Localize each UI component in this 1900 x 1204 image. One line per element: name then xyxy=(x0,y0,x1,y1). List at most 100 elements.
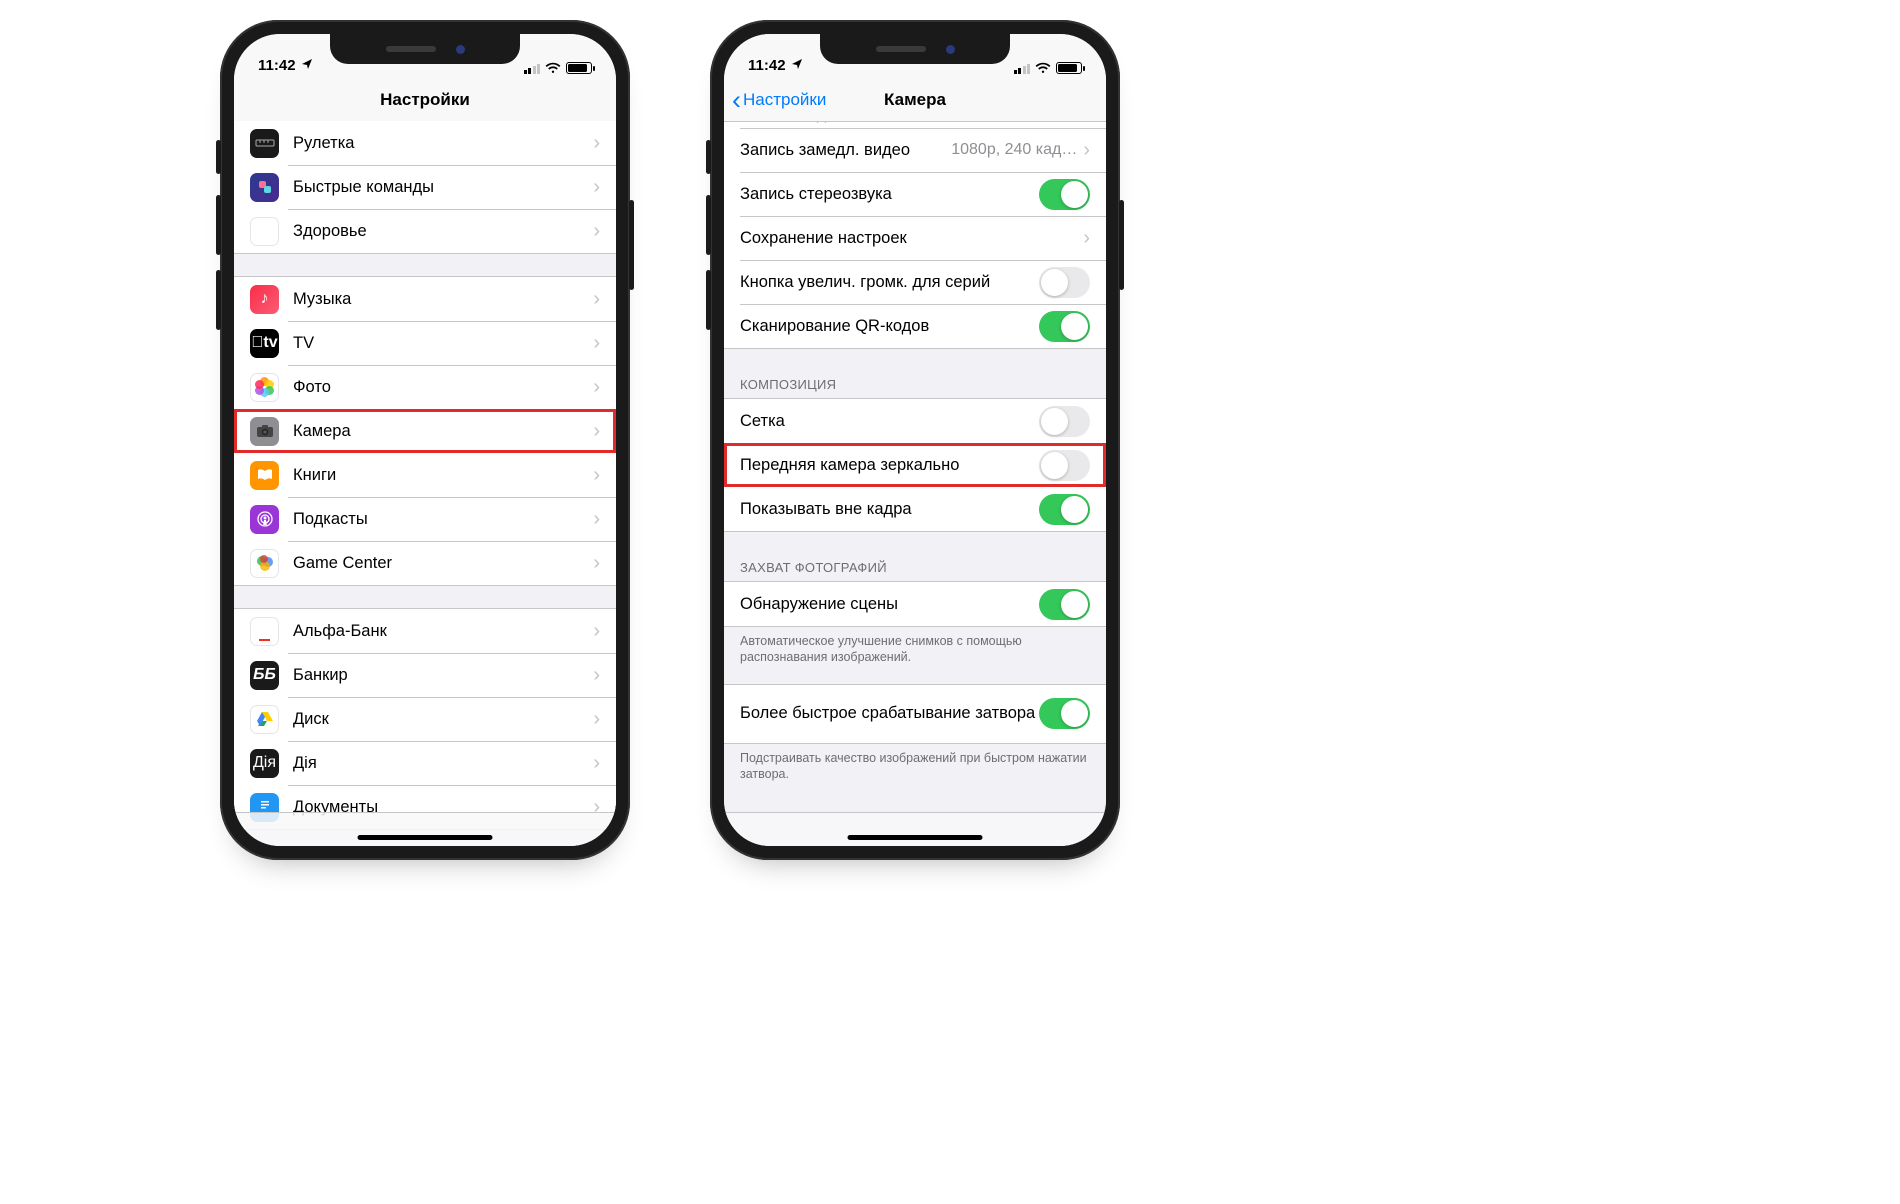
row-label: Рулетка xyxy=(293,134,593,153)
home-indicator[interactable] xyxy=(848,835,983,840)
section-footer-scene: Автоматическое улучшение снимков с помощ… xyxy=(724,627,1106,670)
row-label: Сохранение настроек xyxy=(740,229,1083,248)
nav-bar: ‹ Настройки Камера xyxy=(724,78,1106,122)
settings-row-health[interactable]: ♥ Здоровье › xyxy=(234,209,616,253)
row-label: Сетка xyxy=(740,412,1039,431)
phone-frame-right: 11:42 ‹ Настройки Ка xyxy=(710,20,1120,860)
settings-row-podcasts[interactable]: Подкасты › xyxy=(234,497,616,541)
row-label: Банкир xyxy=(293,666,593,685)
chevron-right-icon: › xyxy=(593,752,600,775)
toggle-faster-shutter[interactable] xyxy=(1039,698,1090,729)
diia-icon: Дія xyxy=(250,749,279,778)
settings-row-scene-detect[interactable]: Обнаружение сцены xyxy=(724,582,1106,626)
location-icon xyxy=(301,58,313,73)
settings-row-preserve[interactable]: Сохранение настроек › xyxy=(724,216,1106,260)
books-icon xyxy=(250,461,279,490)
camera-icon xyxy=(250,417,279,446)
tv-icon: tv xyxy=(250,329,279,358)
status-time: 11:42 xyxy=(748,57,786,74)
phone-frame-left: 11:42 Настройки xyxy=(220,20,630,860)
settings-row-ruler[interactable]: Рулетка › xyxy=(234,121,616,165)
drive-icon xyxy=(250,705,279,734)
settings-row-diia[interactable]: Дія Дія › xyxy=(234,741,616,785)
toggle-qr[interactable] xyxy=(1039,311,1090,342)
row-label: Передняя камера зеркально xyxy=(740,456,1039,475)
battery-icon xyxy=(566,62,592,74)
chevron-right-icon: › xyxy=(593,620,600,643)
row-label: Здоровье xyxy=(293,222,593,241)
settings-row-outside-frame[interactable]: Показывать вне кадра xyxy=(724,487,1106,531)
settings-row-gamecenter[interactable]: Game Center › xyxy=(234,541,616,585)
battery-icon xyxy=(1056,62,1082,74)
settings-row-bankir[interactable]: ББ Банкир › xyxy=(234,653,616,697)
section-header-capture: ЗАХВАТ ФОТОГРАФИЙ xyxy=(724,554,1106,581)
bottom-safe-area xyxy=(234,812,616,846)
gamecenter-icon xyxy=(250,549,279,578)
settings-row-photos[interactable]: Фото › xyxy=(234,365,616,409)
row-label: Более быстрое срабатывание затвора xyxy=(740,703,1039,724)
notch xyxy=(330,34,520,64)
photos-icon xyxy=(250,373,279,402)
toggle-scene-detect[interactable] xyxy=(1039,589,1090,620)
cell-signal-icon xyxy=(1014,63,1031,74)
row-detail: 1080p, 240 кад… xyxy=(951,141,1077,159)
health-icon: ♥ xyxy=(250,217,279,246)
toggle-outside-frame[interactable] xyxy=(1039,494,1090,525)
row-label: Камера xyxy=(293,422,593,441)
wifi-icon xyxy=(545,62,561,74)
row-label: Запись стереозвука xyxy=(740,185,1039,204)
chevron-right-icon: › xyxy=(593,420,600,443)
podcasts-icon xyxy=(250,505,279,534)
settings-row-stereo[interactable]: Запись стереозвука xyxy=(724,172,1106,216)
settings-row-books[interactable]: Книги › xyxy=(234,453,616,497)
settings-row-slomo[interactable]: Запись замедл. видео 1080p, 240 кад… › xyxy=(724,128,1106,172)
settings-row-tv[interactable]: tv TV › xyxy=(234,321,616,365)
chevron-right-icon: › xyxy=(1083,139,1090,162)
chevron-right-icon: › xyxy=(593,288,600,311)
toggle-volume-burst[interactable] xyxy=(1039,267,1090,298)
chevron-right-icon: › xyxy=(593,332,600,355)
row-label: Книги xyxy=(293,466,593,485)
row-label: Запись видео xyxy=(740,122,980,124)
location-icon xyxy=(791,58,803,73)
settings-row-drive[interactable]: Диск › xyxy=(234,697,616,741)
settings-row-music[interactable]: ♪ Музыка › xyxy=(234,277,616,321)
settings-row-qr[interactable]: Сканирование QR-кодов xyxy=(724,304,1106,348)
toggle-mirror-front[interactable] xyxy=(1039,450,1090,481)
status-time: 11:42 xyxy=(258,57,296,74)
home-indicator[interactable] xyxy=(358,835,493,840)
ruler-icon xyxy=(250,129,279,158)
row-label: Сканирование QR-кодов xyxy=(740,317,1039,336)
wifi-icon xyxy=(1035,62,1051,74)
settings-row-faster-shutter[interactable]: Более быстрое срабатывание затвора xyxy=(724,685,1106,743)
settings-row-camera[interactable]: Камера › xyxy=(234,409,616,453)
row-label: Фото xyxy=(293,378,593,397)
chevron-right-icon: › xyxy=(593,220,600,243)
chevron-right-icon: › xyxy=(593,508,600,531)
toggle-stereo[interactable] xyxy=(1039,179,1090,210)
settings-row-alphabank[interactable]: А Альфа-Банк › xyxy=(234,609,616,653)
cell-signal-icon xyxy=(524,63,541,74)
settings-row-grid[interactable]: Сетка xyxy=(724,399,1106,443)
music-icon: ♪ xyxy=(250,285,279,314)
chevron-right-icon: › xyxy=(593,176,600,199)
chevron-right-icon: › xyxy=(1083,122,1090,126)
settings-list[interactable]: Рулетка › Быстрые команды › ♥ Здоровье › xyxy=(234,121,616,846)
row-detail: 4K, 30 кадр/с xyxy=(980,122,1078,123)
settings-row-shortcuts[interactable]: Быстрые команды › xyxy=(234,165,616,209)
row-label: Подкасты xyxy=(293,510,593,529)
row-label: Обнаружение сцены xyxy=(740,595,1039,614)
chevron-right-icon: › xyxy=(593,376,600,399)
toggle-grid[interactable] xyxy=(1039,406,1090,437)
row-label: Дія xyxy=(293,754,593,773)
settings-row-mirror-front[interactable]: Передняя камера зеркально xyxy=(724,443,1106,487)
chevron-right-icon: › xyxy=(593,132,600,155)
row-label: Диск xyxy=(293,710,593,729)
section-footer-shutter: Подстраивать качество изображений при бы… xyxy=(724,744,1106,787)
alphabank-icon: А xyxy=(250,617,279,646)
nav-bar: Настройки xyxy=(234,78,616,122)
settings-row-volume-burst[interactable]: Кнопка увелич. громк. для серий xyxy=(724,260,1106,304)
row-label: Запись замедл. видео xyxy=(740,141,951,160)
camera-settings-list[interactable]: Запись видео 4K, 30 кадр/с › Запись заме… xyxy=(724,122,1106,846)
back-button[interactable]: ‹ Настройки xyxy=(732,90,826,110)
